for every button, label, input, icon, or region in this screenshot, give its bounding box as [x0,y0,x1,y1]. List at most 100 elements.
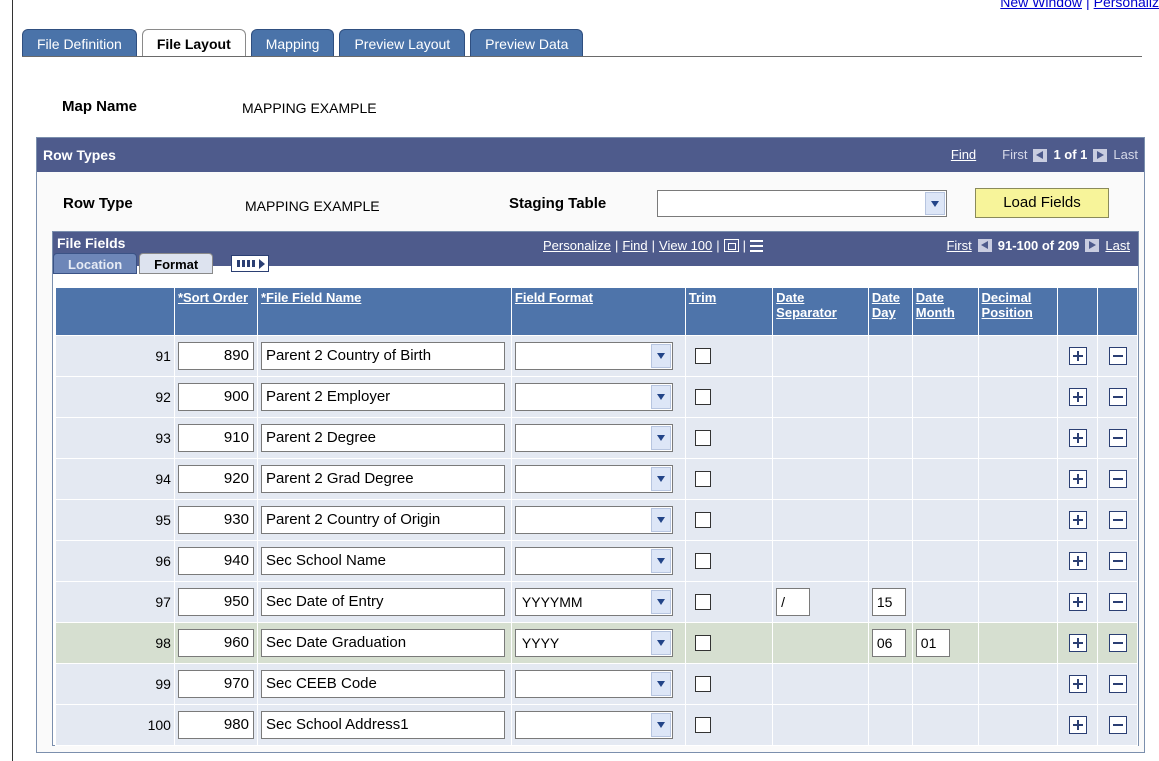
add-row-icon[interactable] [1068,470,1087,488]
delete-row-icon[interactable] [1108,593,1127,611]
trim-checkbox[interactable] [694,594,711,610]
trim-header[interactable]: Trim [689,290,716,305]
previous-icon[interactable] [1033,148,1048,162]
date-month-input[interactable]: 01 [915,629,950,657]
view-100-link[interactable]: View 100 [659,238,712,253]
sort-order-input[interactable]: 900 [177,383,254,411]
chevron-down-icon[interactable] [650,426,671,450]
add-row-icon[interactable] [1068,429,1087,447]
sort-order-input[interactable]: 950 [177,588,254,616]
new-window-link[interactable]: New Window [1000,0,1082,10]
date-separator-header[interactable]: Date Separator [776,290,837,320]
personalize-page-link[interactable]: Personaliz [1094,0,1159,10]
file-field-name-input[interactable]: Parent 2 Country of Birth [260,342,505,370]
file-field-name-input[interactable]: Sec Date Graduation [260,629,505,657]
trim-checkbox[interactable] [694,635,711,651]
sort-order-input[interactable]: 960 [177,629,254,657]
chevron-down-icon[interactable] [925,192,945,215]
field-format-select[interactable]: YYYY [514,629,673,657]
delete-row-icon[interactable] [1108,388,1127,406]
delete-row-icon[interactable] [1108,634,1127,652]
field-format-select[interactable] [514,465,673,493]
add-row-icon[interactable] [1068,511,1087,529]
trim-checkbox[interactable] [694,471,711,487]
field-format-header[interactable]: Field Format [515,290,593,305]
date-month-header[interactable]: Date Month [916,290,955,320]
next-icon[interactable] [1093,148,1108,162]
subtab-format[interactable]: Format [139,253,214,274]
tab-preview-data[interactable]: Preview Data [470,29,584,57]
trim-checkbox[interactable] [694,512,711,528]
date-day-header[interactable]: Date Day [872,290,900,320]
sort-order-input[interactable]: 970 [177,670,254,698]
chevron-down-icon[interactable] [650,385,671,409]
delete-row-icon[interactable] [1108,552,1127,570]
field-format-select[interactable] [514,547,673,575]
field-format-select[interactable] [514,383,673,411]
grid-first-link[interactable]: First [946,238,971,253]
add-row-icon[interactable] [1068,593,1087,611]
file-field-name-header[interactable]: *File Field Name [261,290,361,305]
delete-row-icon[interactable] [1108,716,1127,734]
chevron-down-icon[interactable] [650,467,671,491]
sort-order-input[interactable]: 910 [177,424,254,452]
sort-order-header[interactable]: *Sort Order [178,290,248,305]
load-fields-button[interactable]: Load Fields [975,188,1109,218]
chevron-down-icon[interactable] [650,713,671,737]
delete-row-icon[interactable] [1108,511,1127,529]
sort-order-input[interactable]: 920 [177,465,254,493]
sort-order-input[interactable]: 940 [177,547,254,575]
grid-next-icon[interactable] [1085,239,1100,252]
date-separator-input[interactable]: / [776,588,811,616]
tab-mapping[interactable]: Mapping [250,29,335,57]
file-field-name-input[interactable]: Sec School Address1 [260,711,505,739]
trim-checkbox[interactable] [694,717,711,733]
personalize-grid-link[interactable]: Personalize [543,238,611,253]
file-field-name-input[interactable]: Parent 2 Employer [260,383,505,411]
sort-order-input[interactable]: 890 [177,342,254,370]
file-field-name-input[interactable]: Parent 2 Degree [260,424,505,452]
file-field-name-input[interactable]: Parent 2 Country of Origin [260,506,505,534]
add-row-icon[interactable] [1068,675,1087,693]
field-format-select[interactable] [514,342,673,370]
field-format-select[interactable]: YYYYMM [514,588,673,616]
add-row-icon[interactable] [1068,634,1087,652]
date-day-input[interactable]: 15 [871,588,906,616]
field-format-select[interactable] [514,424,673,452]
field-format-select[interactable] [514,506,673,534]
trim-checkbox[interactable] [694,389,711,405]
zoom-icon[interactable] [723,239,739,252]
sort-order-input[interactable]: 980 [177,711,254,739]
delete-row-icon[interactable] [1108,347,1127,365]
delete-row-icon[interactable] [1108,429,1127,447]
trim-checkbox[interactable] [694,430,711,446]
add-row-icon[interactable] [1068,388,1087,406]
download-icon[interactable] [750,239,764,252]
show-all-columns-icon[interactable] [231,255,270,272]
add-row-icon[interactable] [1068,552,1087,570]
tab-file-layout[interactable]: File Layout [141,29,246,57]
chevron-down-icon[interactable] [650,672,671,696]
tab-preview-layout[interactable]: Preview Layout [339,29,466,57]
tab-file-definition[interactable]: File Definition [22,29,137,57]
row-types-find-link[interactable]: Find [951,138,976,172]
grid-last-link[interactable]: Last [1105,238,1130,253]
trim-checkbox[interactable] [694,553,711,569]
trim-checkbox[interactable] [694,676,711,692]
chevron-down-icon[interactable] [650,508,671,532]
chevron-down-icon[interactable] [650,549,671,573]
grid-previous-icon[interactable] [977,239,992,252]
chevron-down-icon[interactable] [650,344,671,368]
file-field-name-input[interactable]: Parent 2 Grad Degree [260,465,505,493]
chevron-down-icon[interactable] [650,631,671,655]
delete-row-icon[interactable] [1108,675,1127,693]
file-field-name-input[interactable]: Sec Date of Entry [260,588,505,616]
date-day-input[interactable]: 06 [871,629,906,657]
decimal-position-header[interactable]: Decimal Position [982,290,1033,320]
file-field-name-input[interactable]: Sec CEEB Code [260,670,505,698]
add-row-icon[interactable] [1068,347,1087,365]
add-row-icon[interactable] [1068,716,1087,734]
file-field-name-input[interactable]: Sec School Name [260,547,505,575]
field-format-select[interactable] [514,711,673,739]
subtab-location[interactable]: Location [53,253,138,274]
